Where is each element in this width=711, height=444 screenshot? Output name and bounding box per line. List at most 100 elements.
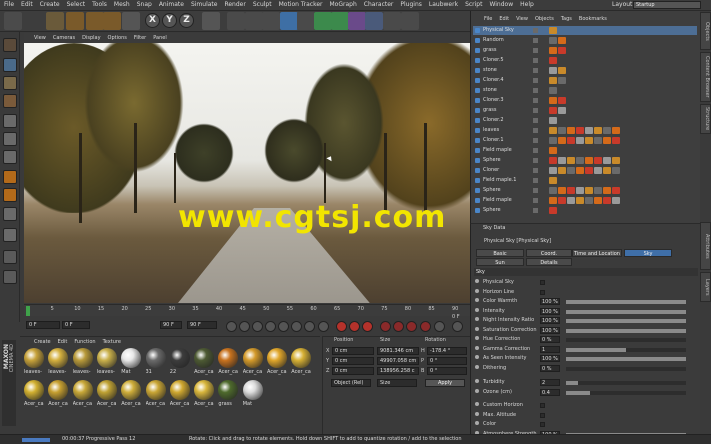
texture-tag-icon[interactable] (603, 127, 611, 134)
texture-tag-icon[interactable] (567, 167, 575, 174)
object-row[interactable]: Sphere (473, 156, 697, 165)
texture-tag-icon[interactable] (594, 127, 602, 134)
render-view-icon[interactable] (227, 12, 245, 30)
texture-tag-icon[interactable] (594, 157, 602, 164)
z-axis-button[interactable]: Z (179, 13, 194, 28)
texture-tag-icon[interactable] (558, 187, 566, 194)
attribute-checkbox[interactable] (540, 280, 545, 285)
visibility-toggle[interactable] (533, 108, 538, 113)
material-swatch[interactable] (194, 380, 215, 400)
texture-tag-icon[interactable] (612, 157, 620, 164)
texture-tag-icon[interactable] (585, 137, 593, 144)
texture-tag-icon[interactable] (558, 67, 566, 74)
start-frame-field[interactable]: 0 F (26, 321, 60, 329)
visibility-toggle[interactable] (533, 118, 538, 123)
attribute-value-field[interactable]: 1 (540, 345, 560, 353)
texture-tag-icon[interactable] (585, 127, 593, 134)
coord-position-field[interactable]: 0 cm (332, 347, 374, 355)
texture-mode-icon[interactable] (3, 76, 17, 90)
texture-tag-icon[interactable] (612, 187, 620, 194)
animate-dot-icon[interactable] (475, 336, 479, 340)
attribute-value-field[interactable]: 2 (540, 379, 560, 386)
visibility-toggle[interactable] (533, 188, 538, 193)
texture-tag-icon[interactable] (558, 137, 566, 144)
next-frame-icon[interactable] (278, 321, 289, 332)
texture-tag-icon[interactable] (549, 67, 557, 74)
attribute-checkbox[interactable] (540, 289, 545, 295)
object-row[interactable]: Cloner.2 (473, 116, 697, 125)
texture-tag-icon[interactable] (558, 107, 566, 114)
object-row[interactable]: Cloner.1 (473, 136, 697, 145)
coord-size-field[interactable]: 9081.346 cm (377, 347, 419, 355)
end-frame-field[interactable]: 90 F (160, 321, 182, 329)
menu-simulate[interactable]: Simulate (191, 0, 218, 10)
visibility-toggle[interactable] (533, 178, 538, 183)
axis-mode-icon[interactable] (3, 170, 17, 184)
attribute-slider[interactable] (566, 357, 686, 361)
rotation-key-icon[interactable] (406, 321, 417, 332)
lock-workplane-icon[interactable] (3, 270, 17, 284)
apply-button[interactable]: Apply (425, 379, 465, 387)
attribute-slider[interactable] (566, 319, 686, 323)
autokey-icon[interactable] (349, 321, 360, 332)
texture-tag-icon[interactable] (558, 77, 566, 84)
visibility-toggle[interactable] (533, 78, 538, 83)
texture-tag-icon[interactable] (549, 157, 557, 164)
render-settings-icon[interactable] (262, 12, 280, 30)
texture-tag-icon[interactable] (549, 27, 557, 34)
object-row[interactable]: Cloner.3 (473, 96, 697, 105)
playhead[interactable] (26, 306, 30, 316)
texture-tag-icon[interactable] (576, 157, 584, 164)
menu-plugins[interactable]: Plugins (400, 0, 422, 10)
material-menu-texture[interactable]: Texture (103, 337, 121, 347)
next-key-icon[interactable] (291, 321, 302, 332)
texture-tag-icon[interactable] (567, 197, 575, 204)
visibility-toggle[interactable] (533, 38, 538, 43)
menu-sculpt[interactable]: Sculpt (253, 0, 272, 10)
x-axis-button[interactable]: X (145, 13, 160, 28)
material-swatch[interactable] (145, 348, 166, 368)
texture-tag-icon[interactable] (558, 157, 566, 164)
texture-tag-icon[interactable] (567, 127, 575, 134)
material-swatch[interactable] (72, 348, 93, 368)
max-frame-field[interactable]: 90 F (187, 321, 217, 329)
texture-tag-icon[interactable] (585, 187, 593, 194)
texture-tag-icon[interactable] (558, 97, 566, 104)
attribute-slider[interactable] (566, 347, 686, 352)
snap-icon[interactable] (3, 207, 17, 221)
animate-dot-icon[interactable] (475, 364, 479, 369)
object-row[interactable]: grass (473, 46, 697, 55)
object-row[interactable]: Random (473, 36, 697, 45)
texture-tag-icon[interactable] (603, 187, 611, 194)
viewport-menu-options[interactable]: Options (108, 33, 127, 43)
menu-laubwerk[interactable]: Laubwerk (429, 0, 458, 10)
attribute-value-field[interactable]: 100 % (540, 317, 560, 324)
visibility-toggle[interactable] (533, 98, 538, 103)
undo-icon[interactable] (4, 12, 22, 30)
object-row[interactable]: leaves (473, 126, 697, 135)
object-row[interactable]: Cloner (473, 166, 697, 175)
recent-tools-icon[interactable] (122, 12, 140, 30)
viewport-menu-panel[interactable]: Panel (153, 33, 167, 43)
animate-dot-icon[interactable] (475, 298, 479, 302)
prev-frame-icon[interactable] (252, 321, 263, 332)
texture-tag-icon[interactable] (603, 137, 611, 144)
texture-tag-icon[interactable] (594, 187, 602, 194)
texture-tag-icon[interactable] (594, 137, 602, 144)
visibility-toggle[interactable] (533, 148, 538, 153)
attribute-slider[interactable] (566, 338, 686, 342)
object-menu-objects[interactable]: Objects (535, 14, 554, 24)
menu-edit[interactable]: Edit (21, 0, 33, 10)
live-selection-icon[interactable] (46, 12, 64, 30)
attribute-value-field[interactable]: 100 % (540, 355, 560, 362)
menu-select[interactable]: Select (67, 0, 86, 10)
viewport-menu-filter[interactable]: Filter (134, 33, 146, 43)
visibility-toggle[interactable] (533, 58, 538, 63)
edges-mode-icon[interactable] (3, 132, 17, 146)
material-swatch[interactable] (169, 348, 190, 368)
texture-tag-icon[interactable] (603, 167, 611, 174)
play-icon[interactable] (265, 321, 276, 332)
cube-icon[interactable] (280, 12, 298, 30)
menu-animate[interactable]: Animate (159, 0, 184, 10)
attribute-slider[interactable] (566, 390, 686, 395)
